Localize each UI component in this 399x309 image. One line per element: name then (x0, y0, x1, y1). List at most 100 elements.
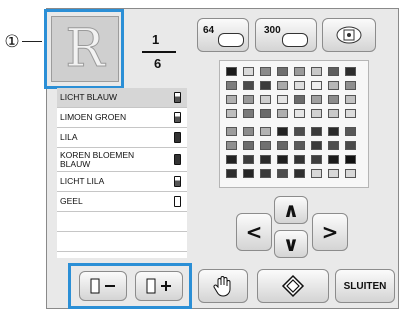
color-swatch[interactable] (294, 109, 305, 118)
color-swatch[interactable] (328, 95, 339, 104)
color-swatch[interactable] (243, 169, 254, 178)
color-swatch[interactable] (226, 95, 237, 104)
list-item[interactable]: GEEL (57, 192, 187, 212)
color-swatch[interactable] (311, 141, 322, 150)
color-swatch[interactable] (328, 155, 339, 164)
thread-name: LIMOEN GROEN (60, 112, 127, 122)
color-swatch[interactable] (345, 67, 356, 76)
list-item[interactable]: LIMOEN GROEN (57, 108, 187, 128)
color-swatch[interactable] (226, 169, 237, 178)
color-swatch[interactable] (328, 109, 339, 118)
color-swatch[interactable] (243, 95, 254, 104)
color-swatch[interactable] (277, 95, 288, 104)
color-swatch[interactable] (226, 155, 237, 164)
thread-list: LICHT BLAUW LIMOEN GROEN LILA KOREN BLOE… (57, 88, 187, 258)
palette-64-button[interactable]: 64 (197, 18, 249, 52)
thread-name: LICHT BLAUW (60, 92, 117, 102)
thread-name: LILA (60, 132, 78, 142)
color-swatch[interactable] (243, 141, 254, 150)
color-swatch[interactable] (226, 141, 237, 150)
preview-highlight (44, 9, 124, 89)
custom-thread-button[interactable] (322, 18, 376, 52)
color-swatch[interactable] (243, 109, 254, 118)
color-swatch[interactable] (226, 109, 237, 118)
color-swatch[interactable] (345, 141, 356, 150)
color-swatch[interactable] (294, 127, 305, 136)
thread-name: KOREN BLOEMEN BLAUW (60, 150, 135, 169)
color-swatch[interactable] (294, 141, 305, 150)
hand-button[interactable] (198, 269, 248, 303)
color-swatch[interactable] (277, 169, 288, 178)
color-counter: 1 6 (128, 26, 184, 76)
sort-button[interactable] (257, 269, 329, 303)
color-swatch[interactable] (260, 169, 271, 178)
palette-300-button[interactable]: 300 (255, 18, 317, 52)
color-swatch[interactable] (345, 169, 356, 178)
color-swatch[interactable] (294, 155, 305, 164)
color-swatch[interactable] (260, 127, 271, 136)
color-swatch[interactable] (311, 67, 322, 76)
arrow-up-button[interactable]: ∧ (274, 196, 308, 224)
color-swatch[interactable] (260, 109, 271, 118)
counter-divider (142, 51, 176, 53)
diamond-icon (281, 274, 305, 298)
color-swatch[interactable] (277, 141, 288, 150)
color-swatch[interactable] (226, 67, 237, 76)
list-item-empty (57, 212, 187, 232)
color-swatch[interactable] (260, 95, 271, 104)
list-item[interactable]: LICHT BLAUW (57, 88, 187, 108)
hand-icon (213, 276, 231, 297)
color-swatch[interactable] (243, 81, 254, 90)
list-item[interactable]: LICHT LILA (57, 172, 187, 192)
color-swatch[interactable] (260, 155, 271, 164)
arrow-right-button[interactable]: > (312, 213, 348, 251)
color-swatch[interactable] (226, 127, 237, 136)
color-swatch[interactable] (328, 81, 339, 90)
arrow-left-button[interactable]: < (236, 213, 272, 251)
color-swatch[interactable] (328, 141, 339, 150)
color-swatch[interactable] (294, 67, 305, 76)
color-swatch[interactable] (277, 81, 288, 90)
color-swatch[interactable] (311, 155, 322, 164)
spool-icon (218, 33, 244, 47)
color-swatch[interactable] (243, 127, 254, 136)
chevron-left-icon: < (245, 220, 263, 244)
callout-line (22, 41, 42, 42)
color-swatch[interactable] (260, 141, 271, 150)
color-swatch[interactable] (345, 81, 356, 90)
color-swatch[interactable] (243, 155, 254, 164)
color-swatch[interactable] (294, 169, 305, 178)
color-swatch[interactable] (311, 95, 322, 104)
color-swatch[interactable] (277, 155, 288, 164)
color-swatch[interactable] (243, 67, 254, 76)
color-palette (219, 60, 369, 188)
color-swatch[interactable] (226, 81, 237, 90)
color-swatch[interactable] (311, 127, 322, 136)
color-swatch[interactable] (345, 155, 356, 164)
color-swatch[interactable] (345, 95, 356, 104)
color-swatch[interactable] (328, 67, 339, 76)
color-swatch[interactable] (345, 109, 356, 118)
bobbin-icon (174, 92, 181, 103)
arrow-down-button[interactable]: ∨ (274, 230, 308, 258)
thread-name: GEEL (60, 196, 83, 206)
bobbin-icon (174, 112, 181, 123)
spool-icon (282, 33, 308, 47)
color-swatch[interactable] (277, 67, 288, 76)
color-swatch[interactable] (311, 169, 322, 178)
color-swatch[interactable] (294, 81, 305, 90)
color-swatch[interactable] (311, 81, 322, 90)
color-swatch[interactable] (328, 169, 339, 178)
color-swatch[interactable] (277, 127, 288, 136)
color-swatch[interactable] (294, 95, 305, 104)
close-button[interactable]: SLUITEN (335, 269, 395, 303)
color-swatch[interactable] (345, 127, 356, 136)
list-item[interactable]: KOREN BLOEMEN BLAUW (57, 148, 187, 172)
list-item[interactable]: LILA (57, 128, 187, 148)
color-swatch[interactable] (277, 109, 288, 118)
color-swatch[interactable] (260, 67, 271, 76)
chevron-down-icon: ∨ (282, 232, 300, 256)
color-swatch[interactable] (328, 127, 339, 136)
color-swatch[interactable] (260, 81, 271, 90)
color-swatch[interactable] (311, 109, 322, 118)
